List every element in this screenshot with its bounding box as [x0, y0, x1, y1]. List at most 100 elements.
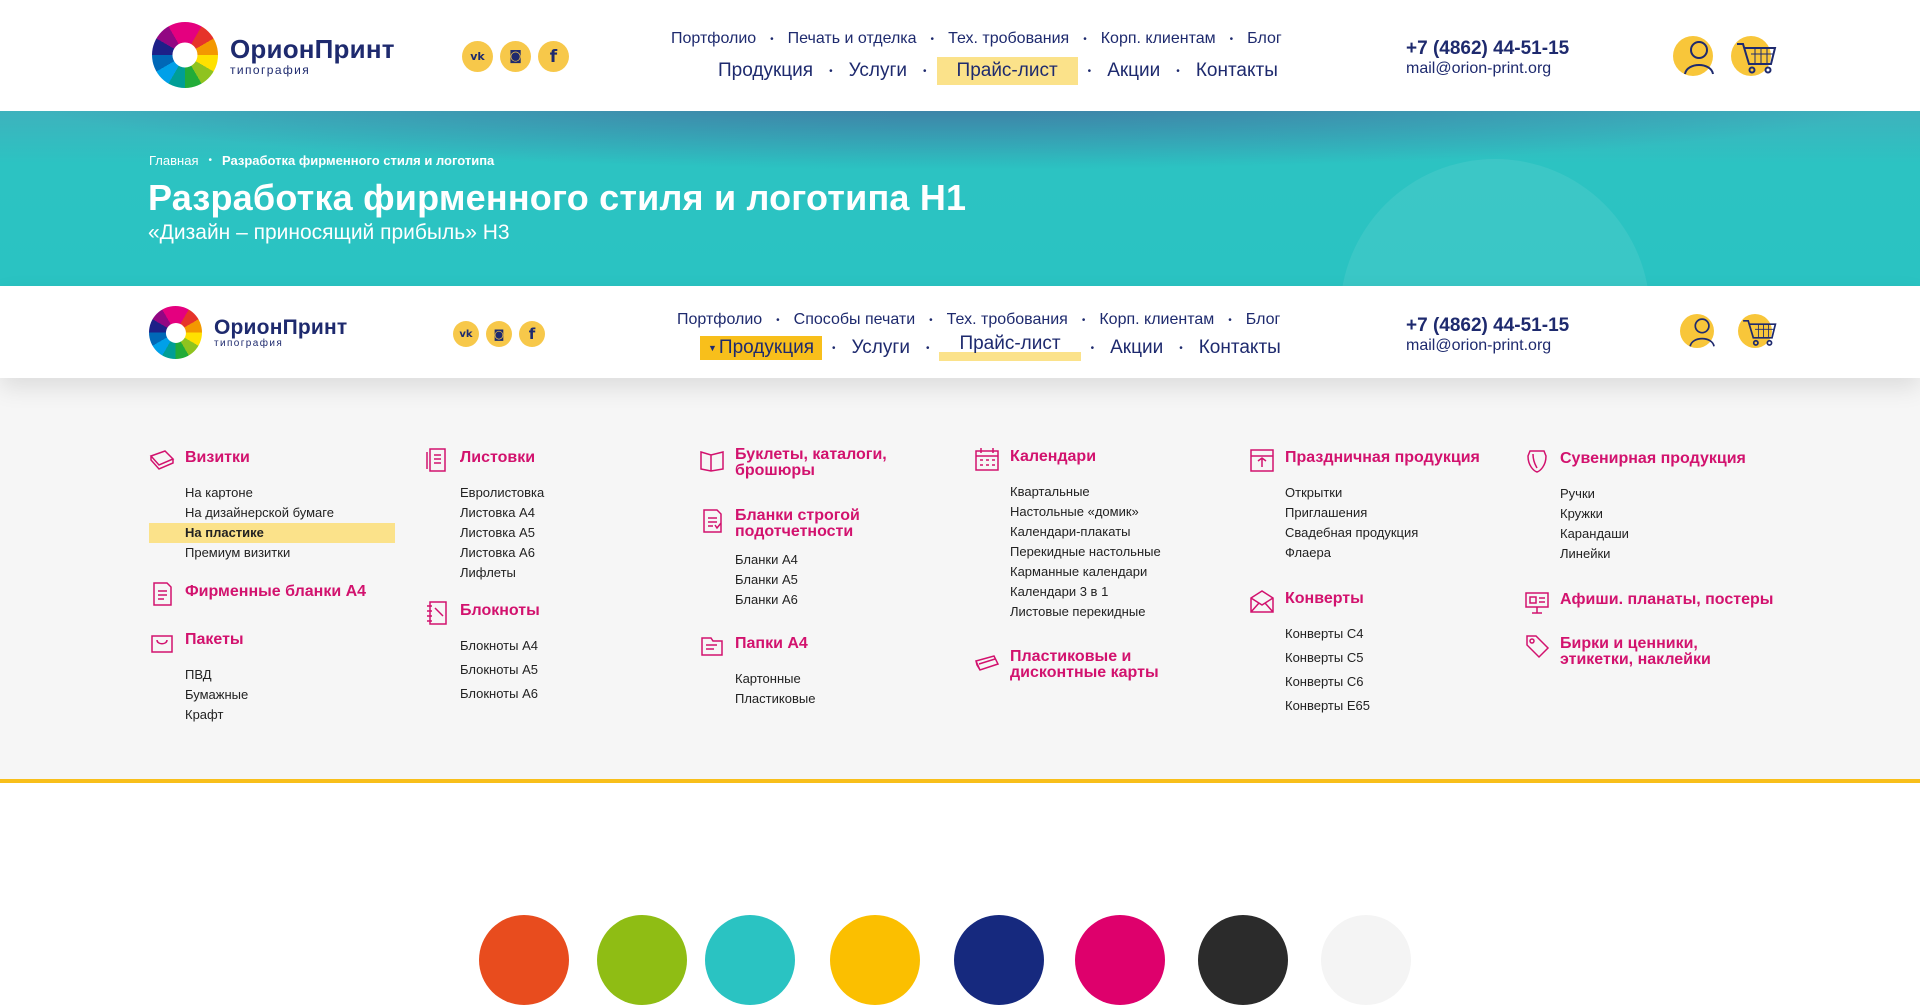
list-item[interactable]: Листовые перекидные [1010, 602, 1161, 622]
list-item[interactable]: Блокноты А5 [460, 658, 540, 682]
nav-print-finishing[interactable]: Печать и отделка [788, 30, 917, 48]
category-title[interactable]: Пакеты [185, 632, 244, 648]
vk-icon[interactable]: vk [453, 321, 479, 347]
nav-portfolio[interactable]: Портфолио [677, 311, 762, 329]
nav-services[interactable]: Услуги [843, 57, 913, 85]
phone-link[interactable]: +7 (4862) 44-51-15 [1406, 315, 1569, 337]
nav-corporate[interactable]: Корп. клиентам [1101, 30, 1216, 48]
list-item[interactable]: Линейки [1560, 544, 1746, 564]
nav-services[interactable]: Услуги [846, 334, 916, 362]
category-title[interactable]: Конверты [1285, 591, 1364, 607]
category-posters: Афиши. планаты, постеры [1524, 592, 1773, 615]
list-item[interactable]: Пластиковые [735, 689, 815, 709]
list-item[interactable]: Конверты С4 [1285, 622, 1370, 646]
list-item-selected[interactable]: На пластике [149, 523, 395, 543]
list-item[interactable]: Бланки А6 [735, 590, 885, 610]
list-item[interactable]: Перекидные настольные [1010, 542, 1161, 562]
category-title[interactable]: Блокноты [460, 603, 540, 619]
flyer-icon [426, 448, 446, 472]
list-item[interactable]: Приглашения [1285, 503, 1480, 523]
list-item[interactable]: Ручки [1560, 484, 1746, 504]
nav-promotions[interactable]: Акции [1104, 334, 1169, 362]
list-item[interactable]: Конверты С6 [1285, 670, 1370, 694]
category-plastic-cards: Пластиковые и дисконтные карты [974, 649, 1180, 681]
list-item[interactable]: Премиум визитки [185, 543, 395, 563]
email-link[interactable]: mail@orion-print.org [1406, 60, 1569, 78]
list-item[interactable]: Крафт [185, 705, 248, 725]
nav-portfolio[interactable]: Портфолио [671, 30, 756, 48]
list-item[interactable]: Календари-плакаты [1010, 522, 1161, 542]
nav-corporate[interactable]: Корп. клиентам [1099, 311, 1214, 329]
swatch-green [597, 915, 687, 1005]
main-nav: Продукция • Услуги • Прайс-лист • Акции • Ко… [712, 57, 1284, 85]
nav-blog[interactable]: Блог [1247, 30, 1282, 48]
category-title[interactable]: Бланки строгой подотчетности [735, 508, 885, 540]
nav-contacts[interactable]: Контакты [1190, 57, 1284, 85]
breadcrumb-home[interactable]: Главная [149, 153, 198, 168]
email-link[interactable]: mail@orion-print.org [1406, 337, 1569, 355]
category-tags: Бирки и ценники, этикетки, наклейки [1524, 635, 1730, 668]
instagram-icon[interactable]: ◙ [500, 41, 531, 72]
list-item[interactable]: Квартальные [1010, 482, 1161, 502]
instagram-icon[interactable]: ◙ [486, 321, 512, 347]
category-title[interactable]: Праздничная продукция [1285, 450, 1480, 466]
category-title[interactable]: Афиши. планаты, постеры [1560, 592, 1773, 608]
cart-icon[interactable] [1738, 314, 1777, 348]
list-item[interactable]: На картоне [185, 483, 395, 503]
user-icon[interactable] [1680, 314, 1717, 348]
vk-icon[interactable]: vk [462, 41, 493, 72]
facebook-icon[interactable]: f [538, 41, 569, 72]
category-title[interactable]: Буклеты, каталоги, брошюры [735, 447, 895, 479]
list-item[interactable]: Блокноты А6 [460, 682, 540, 706]
list-item[interactable]: Блокноты А4 [460, 634, 540, 658]
logo[interactable]: ОрионПринт типография [149, 306, 347, 359]
list-item[interactable]: Листовка А5 [460, 523, 544, 543]
cart-icon[interactable] [1731, 36, 1777, 76]
list-item[interactable]: Флаера [1285, 543, 1480, 563]
letterhead-icon [153, 582, 172, 606]
logo[interactable]: ОрионПринт типография [152, 22, 395, 88]
nav-price-list[interactable]: Прайс-лист [936, 57, 1078, 85]
list-item[interactable]: Картонные [735, 669, 815, 689]
category-title[interactable]: Бирки и ценники, этикетки, наклейки [1560, 636, 1730, 668]
list-item[interactable]: Бумажные [185, 685, 248, 705]
nav-products[interactable]: ▼ Продукция [700, 336, 822, 360]
nav-contacts[interactable]: Контакты [1193, 334, 1287, 362]
nav-products[interactable]: Продукция [712, 57, 819, 85]
category-title[interactable]: Листовки [460, 450, 535, 466]
category-title[interactable]: Календари [1010, 449, 1096, 465]
list-item[interactable]: Открытки [1285, 483, 1480, 503]
list-item[interactable]: Кружки [1560, 504, 1746, 524]
nav-tech-requirements[interactable]: Тех. тробования [948, 30, 1069, 48]
category-title[interactable]: Визитки [185, 450, 250, 466]
list-item[interactable]: Карандаши [1560, 524, 1746, 544]
facebook-icon[interactable]: f [519, 321, 545, 347]
user-icon[interactable] [1673, 36, 1717, 76]
list-item[interactable]: Лифлеты [460, 563, 544, 583]
list-item[interactable]: Евролистовка [460, 483, 544, 503]
list-item[interactable]: ПВД [185, 665, 248, 685]
list-item[interactable]: Листовка А6 [460, 543, 544, 563]
list-item[interactable]: Листовка А4 [460, 503, 544, 523]
holiday-icon [1250, 449, 1274, 472]
list-item[interactable]: Конверты С5 [1285, 646, 1370, 670]
nav-print-methods[interactable]: Способы печати [794, 311, 915, 329]
category-title[interactable]: Пластиковые и дисконтные карты [1010, 649, 1180, 681]
nav-blog[interactable]: Блог [1246, 311, 1281, 329]
nav-promotions[interactable]: Акции [1101, 57, 1166, 85]
nav-tech-requirements[interactable]: Тех. тробования [947, 311, 1068, 329]
list-item[interactable]: Свадебная продукция [1285, 523, 1480, 543]
list-item[interactable]: Бланки А5 [735, 570, 885, 590]
category-title[interactable]: Сувенирная продукция [1560, 451, 1746, 467]
list-item[interactable]: Настольные «домик» [1010, 502, 1161, 522]
list-item[interactable]: Бланки А4 [735, 550, 885, 570]
list-item[interactable]: На дизайнерской бумаге [185, 503, 395, 523]
list-item[interactable]: Конверты Е65 [1285, 694, 1370, 718]
category-title[interactable]: Папки А4 [735, 636, 808, 652]
list-item[interactable]: Календари 3 в 1 [1010, 582, 1161, 602]
phone-link[interactable]: +7 (4862) 44-51-15 [1406, 38, 1569, 60]
nav-price-list[interactable]: Прайс-лист [939, 334, 1081, 361]
category-souvenirs: Сувенирная продукция Ручки Кружки Каранд… [1524, 450, 1746, 564]
list-item[interactable]: Карманные календари [1010, 562, 1161, 582]
category-title[interactable]: Фирменные бланки А4 [185, 584, 366, 600]
